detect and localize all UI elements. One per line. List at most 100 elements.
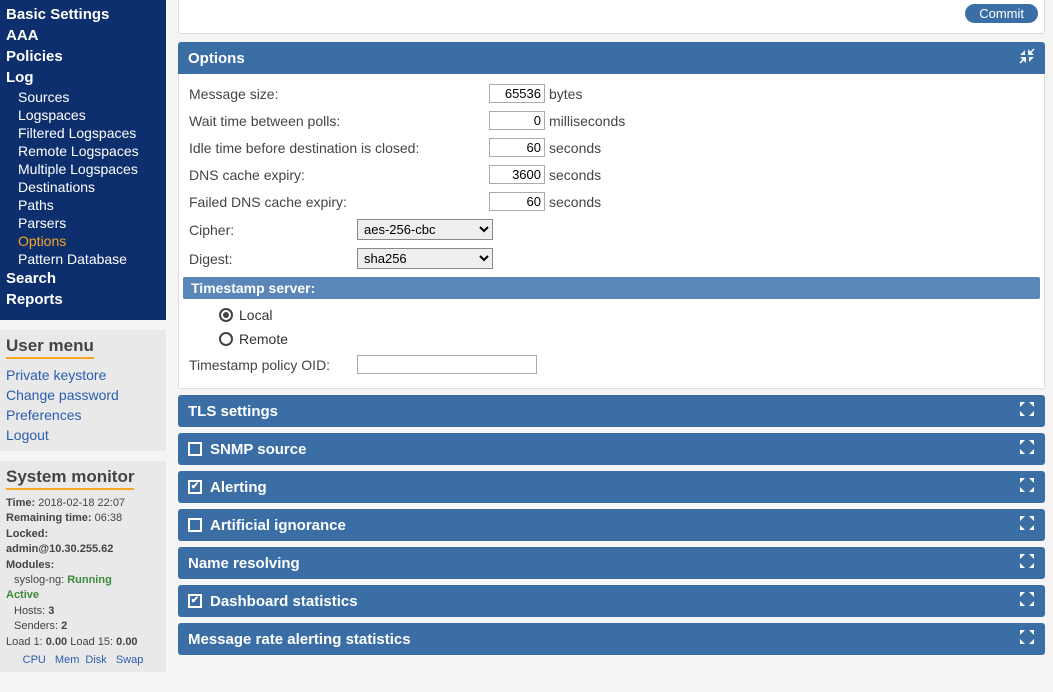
cipher-select[interactable]: aes-256-cbc — [357, 219, 493, 240]
sysmon-remain-lbl: Remaining time: — [6, 512, 92, 524]
sysmon-hosts-lbl: Hosts: — [14, 605, 45, 617]
sysmon-title: System monitor — [6, 467, 134, 490]
ts-oid-input[interactable] — [357, 355, 537, 374]
cipher-label: Cipher: — [189, 222, 357, 238]
ts-local-label: Local — [239, 307, 272, 323]
nav-log-filtered[interactable]: Filtered Logspaces — [0, 124, 166, 142]
checkbox-checked-icon[interactable]: ✔ — [188, 594, 202, 608]
nav-log-multiple[interactable]: Multiple Logspaces — [0, 160, 166, 178]
msg-size-unit: bytes — [549, 86, 582, 102]
nav-aaa[interactable]: AAA — [0, 25, 166, 46]
panel-tls-header[interactable]: TLS settings — [178, 395, 1045, 427]
panel-snmp-header[interactable]: SNMP source — [178, 433, 1045, 465]
wait-label: Wait time between polls: — [189, 113, 489, 129]
sysmon-senders-lbl: Senders: — [14, 620, 58, 632]
sysmon-tabs: CPU MemDisk Swap — [6, 650, 160, 666]
sysmon-syslog-lbl: syslog-ng: — [14, 574, 64, 586]
panel-options: Options Message size: bytes Wait time be… — [178, 42, 1045, 389]
panel-msgrate-header[interactable]: Message rate alerting statistics — [178, 623, 1045, 655]
panel-alerting-header[interactable]: ✔ Alerting — [178, 471, 1045, 503]
checkbox-unchecked-icon[interactable] — [188, 442, 202, 456]
msg-size-label: Message size: — [189, 86, 489, 102]
expand-icon[interactable] — [1019, 553, 1035, 573]
dns-label: DNS cache expiry: — [189, 167, 489, 183]
dns-input[interactable] — [489, 165, 545, 184]
nav-log-logspaces[interactable]: Logspaces — [0, 106, 166, 124]
commit-button[interactable]: Commit — [965, 4, 1038, 23]
sysmon-locked-lbl: Locked: — [6, 528, 48, 540]
nav-policies[interactable]: Policies — [0, 46, 166, 67]
nav-log-destinations[interactable]: Destinations — [0, 178, 166, 196]
radio-unselected-icon — [219, 332, 233, 346]
wait-unit: milliseconds — [549, 113, 625, 129]
panel-options-title: Options — [188, 50, 245, 67]
expand-icon[interactable] — [1019, 515, 1035, 535]
user-menu-prefs[interactable]: Preferences — [6, 405, 160, 425]
ts-remote-radio-row[interactable]: Remote — [189, 327, 1034, 351]
sysmon-locked-val: admin@10.30.255.62 — [6, 543, 113, 555]
panel-nameres-title: Name resolving — [188, 555, 300, 572]
panel-nameres-header[interactable]: Name resolving — [178, 547, 1045, 579]
sysmon-modules-lbl: Modules: — [6, 559, 54, 571]
panel-tls-title: TLS settings — [188, 403, 278, 420]
panel-alerting-title: Alerting — [210, 479, 267, 496]
expand-icon[interactable] — [1019, 629, 1035, 649]
system-monitor-block: System monitor Time: 2018-02-18 22:07 Re… — [0, 461, 166, 672]
idle-label: Idle time before destination is closed: — [189, 140, 489, 156]
sysmon-tab-swap[interactable]: Swap — [113, 654, 147, 666]
fdns-unit: seconds — [549, 194, 601, 210]
nav-log-options[interactable]: Options — [0, 232, 166, 250]
sysmon-tab-mem[interactable]: Mem — [52, 654, 82, 666]
user-menu-logout[interactable]: Logout — [6, 425, 160, 445]
user-menu-changepw[interactable]: Change password — [6, 385, 160, 405]
fdns-label: Failed DNS cache expiry: — [189, 194, 489, 210]
nav-log-parsers[interactable]: Parsers — [0, 214, 166, 232]
idle-input[interactable] — [489, 138, 545, 157]
ts-oid-label: Timestamp policy OID: — [189, 357, 357, 373]
sysmon-load1-val: 0.00 — [46, 636, 67, 648]
dns-unit: seconds — [549, 167, 601, 183]
wait-input[interactable] — [489, 111, 545, 130]
expand-icon[interactable] — [1019, 477, 1035, 497]
panel-dash-title: Dashboard statistics — [210, 593, 358, 610]
sysmon-senders-val: 2 — [61, 620, 67, 632]
fdns-input[interactable] — [489, 192, 545, 211]
panel-artificial-header[interactable]: Artificial ignorance — [178, 509, 1045, 541]
radio-selected-icon — [219, 308, 233, 322]
timestamp-server-header: Timestamp server: — [183, 277, 1040, 299]
checkbox-checked-icon[interactable]: ✔ — [188, 480, 202, 494]
panel-dash-header[interactable]: ✔ Dashboard statistics — [178, 585, 1045, 617]
nav-reports[interactable]: Reports — [0, 289, 166, 310]
checkbox-unchecked-icon[interactable] — [188, 518, 202, 532]
sysmon-tab-cpu[interactable]: CPU — [20, 654, 49, 666]
sysmon-syslog-val: Running — [67, 574, 112, 586]
idle-unit: seconds — [549, 140, 601, 156]
sysmon-tab-disk[interactable]: Disk — [82, 654, 109, 666]
user-menu-title: User menu — [6, 336, 94, 359]
expand-icon[interactable] — [1019, 439, 1035, 459]
sysmon-hosts-val: 3 — [48, 605, 54, 617]
main-nav: Basic Settings AAA Policies Log Sources … — [0, 0, 166, 320]
nav-log-remote[interactable]: Remote Logspaces — [0, 142, 166, 160]
nav-search[interactable]: Search — [0, 268, 166, 289]
expand-icon[interactable] — [1019, 591, 1035, 611]
digest-select[interactable]: sha256 — [357, 248, 493, 269]
sysmon-active: Active — [6, 588, 160, 603]
user-menu-keystore[interactable]: Private keystore — [6, 365, 160, 385]
expand-icon[interactable] — [1019, 401, 1035, 421]
collapse-icon[interactable] — [1019, 48, 1035, 68]
panel-artificial-title: Artificial ignorance — [210, 517, 346, 534]
msg-size-input[interactable] — [489, 84, 545, 103]
panel-options-header[interactable]: Options — [178, 42, 1045, 74]
panel-snmp-title: SNMP source — [210, 441, 306, 458]
nav-log[interactable]: Log — [0, 67, 166, 88]
nav-basic-settings[interactable]: Basic Settings — [0, 4, 166, 25]
sysmon-load15-val: 0.00 — [116, 636, 137, 648]
ts-local-radio-row[interactable]: Local — [189, 303, 1034, 327]
sysmon-time-lbl: Time: — [6, 497, 35, 509]
digest-label: Digest: — [189, 251, 357, 267]
nav-log-paths[interactable]: Paths — [0, 196, 166, 214]
nav-log-pattern[interactable]: Pattern Database — [0, 250, 166, 268]
ts-remote-label: Remote — [239, 331, 288, 347]
nav-log-sources[interactable]: Sources — [0, 88, 166, 106]
